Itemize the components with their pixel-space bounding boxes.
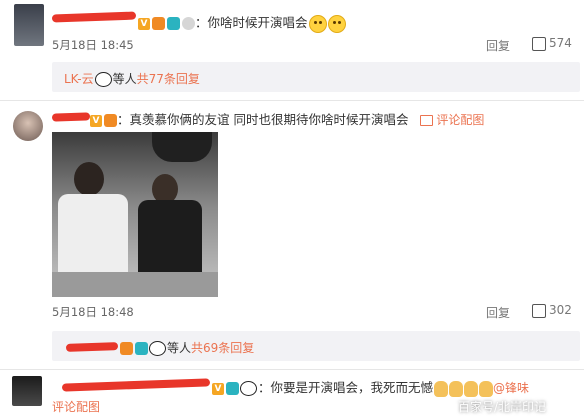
comment-1-like-count: 574	[549, 36, 572, 50]
photo-person-left-head	[74, 162, 104, 196]
user-avatar[interactable]	[12, 376, 42, 406]
comment-3-line: V ：你要是开演唱会，我死而无憾 @锋味	[212, 377, 529, 397]
hand-emoji-icon	[434, 380, 449, 397]
member-badge-icon	[104, 114, 117, 127]
comment-2-pic-link[interactable]: 评论配图	[436, 113, 484, 127]
redacted-username	[51, 112, 91, 122]
comment-1-reply-button[interactable]: 回复	[486, 37, 510, 54]
comment-1-like-button[interactable]: 574	[532, 36, 572, 51]
panda-icon	[94, 72, 112, 87]
fan-badge-icon	[167, 17, 180, 30]
reply-thread-1-count[interactable]: 共77条回复	[137, 72, 200, 86]
redacted-username	[51, 11, 137, 23]
fan-badge-icon	[226, 382, 239, 395]
reply-thread-2-others: 等人	[167, 341, 192, 355]
comment-2-like-count: 302	[549, 303, 572, 317]
reply-thread-1-others: 等人	[112, 72, 137, 86]
thumbs-up-icon	[532, 303, 546, 318]
photo-counter	[52, 272, 218, 297]
comment-3-text: ：你要是开演唱会，我死而无憾	[258, 380, 434, 395]
comment-2-time: 5月18日 18:48	[52, 305, 134, 319]
comment-3-pic-link[interactable]: 评论配图	[52, 400, 100, 414]
comment-1-time: 5月18日 18:45	[52, 38, 134, 52]
crying-emoji-icon	[327, 14, 346, 33]
comment-1-text: ：你啥时候开演唱会	[195, 15, 308, 30]
medal-badge-icon	[182, 17, 195, 30]
divider	[0, 369, 584, 370]
photo-person-left-body	[58, 194, 128, 284]
thumbs-up-icon	[532, 36, 546, 51]
photo-lamp	[152, 132, 212, 162]
photo-person-right-body	[138, 200, 202, 280]
user-avatar[interactable]	[13, 111, 43, 141]
hand-emoji-icon	[449, 380, 464, 397]
member-badge-icon	[120, 342, 133, 355]
hand-emoji-icon	[479, 380, 494, 397]
reply-thread-1-user[interactable]: LK-云	[64, 72, 94, 86]
hand-emoji-icon	[464, 380, 479, 397]
comment-3-mention[interactable]: @锋味	[493, 381, 529, 395]
redacted-username	[61, 378, 211, 392]
reply-thread-2-count[interactable]: 共69条回复	[191, 341, 254, 355]
comment-2-line: V ：真羡慕你俩的友谊 同时也很期待你啥时候开演唱会 评论配图	[90, 109, 484, 128]
comment-photo[interactable]	[52, 132, 218, 297]
reply-thread-2-summary[interactable]: 等人共69条回复	[118, 339, 254, 356]
image-icon	[420, 115, 434, 126]
fan-badge-icon	[135, 342, 148, 355]
divider	[0, 100, 584, 101]
comment-1-line: V ：你啥时候开演唱会	[138, 12, 346, 33]
panda-icon	[149, 341, 166, 356]
member-badge-icon	[152, 17, 165, 30]
reply-thread-1-summary[interactable]: LK-云 等人共77条回复	[64, 70, 200, 87]
comment-2-text: ：真羡慕你俩的友谊 同时也很期待你啥时候开演唱会	[117, 112, 409, 127]
comment-2-reply-button[interactable]: 回复	[486, 304, 510, 321]
panda-icon	[240, 381, 257, 396]
crying-emoji-icon	[308, 14, 327, 33]
vip-badge-icon: V	[138, 17, 150, 30]
user-avatar[interactable]	[14, 4, 44, 46]
watermark: 百家号/北岸印记	[458, 400, 547, 414]
vip-badge-icon: V	[212, 382, 224, 395]
vip-badge-icon: V	[90, 114, 102, 127]
comment-2-like-button[interactable]: 302	[532, 303, 572, 318]
comment-3-pic-row: 评论配图	[52, 398, 100, 415]
